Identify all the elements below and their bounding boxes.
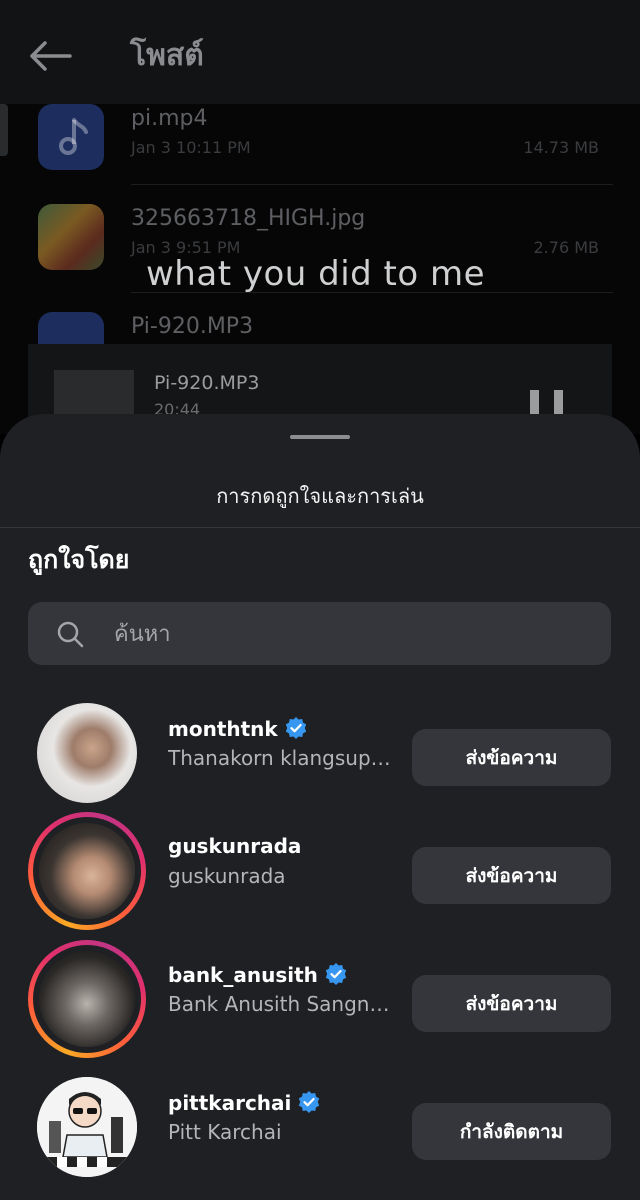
file-name: Pi-920.MP3: [131, 314, 254, 339]
user-list-item: monthtnk Thanakorn klangsupap ส่งข้อความ: [0, 694, 640, 818]
top-app-bar: โพสต์: [0, 0, 640, 104]
search-icon: [57, 621, 84, 648]
full-name: Thanakorn klangsupap: [168, 746, 392, 770]
avatar[interactable]: [28, 694, 146, 812]
cartoon-avatar-icon: [37, 1077, 137, 1177]
full-name: Bank Anusith Sangnimnuan: [168, 992, 392, 1016]
file-name: 325663718_HIGH.jpg: [131, 206, 366, 231]
file-size: 14.73 MB: [523, 138, 599, 157]
likes-bottom-sheet: การกดถูกใจและการเล่น ถูกใจโดย monthtnk T…: [0, 414, 640, 1200]
verified-badge-icon: [299, 1091, 320, 1113]
username[interactable]: guskunrada: [168, 834, 301, 858]
verified-badge-icon: [285, 717, 306, 739]
sheet-title: การกดถูกใจและการเล่น: [216, 484, 424, 508]
search-bar[interactable]: [28, 602, 611, 667]
user-list-item: bank_anusith Bank Anusith Sangnimnuan ส่…: [0, 940, 640, 1064]
player-title: Pi-920.MP3: [154, 372, 260, 394]
message-button[interactable]: ส่งข้อความ: [412, 729, 611, 786]
username[interactable]: bank_anusith: [168, 962, 348, 987]
username-text: monthtnk: [168, 717, 278, 741]
liked-by-heading: ถูกใจโดย: [28, 545, 130, 574]
username[interactable]: pittkarchai: [168, 1090, 321, 1115]
username[interactable]: monthtnk: [168, 716, 308, 741]
avatar[interactable]: [28, 1068, 146, 1186]
drag-handle[interactable]: [290, 435, 350, 439]
full-name: guskunrada: [168, 864, 286, 888]
divider: [131, 184, 613, 185]
user-list-item: pittkarchai Pitt Karchai กำลังติดตาม: [0, 1068, 640, 1192]
full-name: Pitt Karchai: [168, 1120, 282, 1144]
profile-photo: [39, 823, 135, 919]
username-text: bank_anusith: [168, 963, 318, 987]
message-button[interactable]: ส่งข้อความ: [412, 975, 611, 1032]
following-button[interactable]: กำลังติดตาม: [412, 1103, 611, 1160]
scrollbar[interactable]: [0, 104, 8, 156]
search-input[interactable]: [112, 602, 596, 667]
username-text: guskunrada: [168, 834, 302, 858]
username-text: pittkarchai: [168, 1091, 292, 1115]
file-list-item[interactable]: pi.mp4 Jan 3 10:11 PM 14.73 MB: [38, 104, 613, 212]
profile-photo: [37, 1077, 137, 1177]
divider: [0, 527, 640, 528]
profile-photo: [37, 703, 137, 803]
image-thumbnail: [38, 204, 104, 270]
arrow-left-icon: [30, 41, 72, 71]
avatar-story-ring[interactable]: [28, 940, 146, 1058]
user-list-item: guskunrada guskunrada ส่งข้อความ: [0, 812, 640, 936]
file-size: 2.76 MB: [533, 238, 600, 257]
avatar-story-ring[interactable]: [28, 812, 146, 930]
message-button[interactable]: ส่งข้อความ: [412, 847, 611, 904]
verified-badge-icon: [325, 963, 347, 985]
file-name: pi.mp4: [131, 106, 208, 131]
lyric-overlay: what you did to me: [146, 254, 486, 294]
page-title: โพสต์: [130, 38, 204, 73]
profile-photo: [39, 951, 135, 1047]
file-date: Jan 3 10:11 PM: [131, 138, 251, 157]
back-button[interactable]: [24, 30, 76, 82]
music-note-icon: [38, 104, 104, 170]
